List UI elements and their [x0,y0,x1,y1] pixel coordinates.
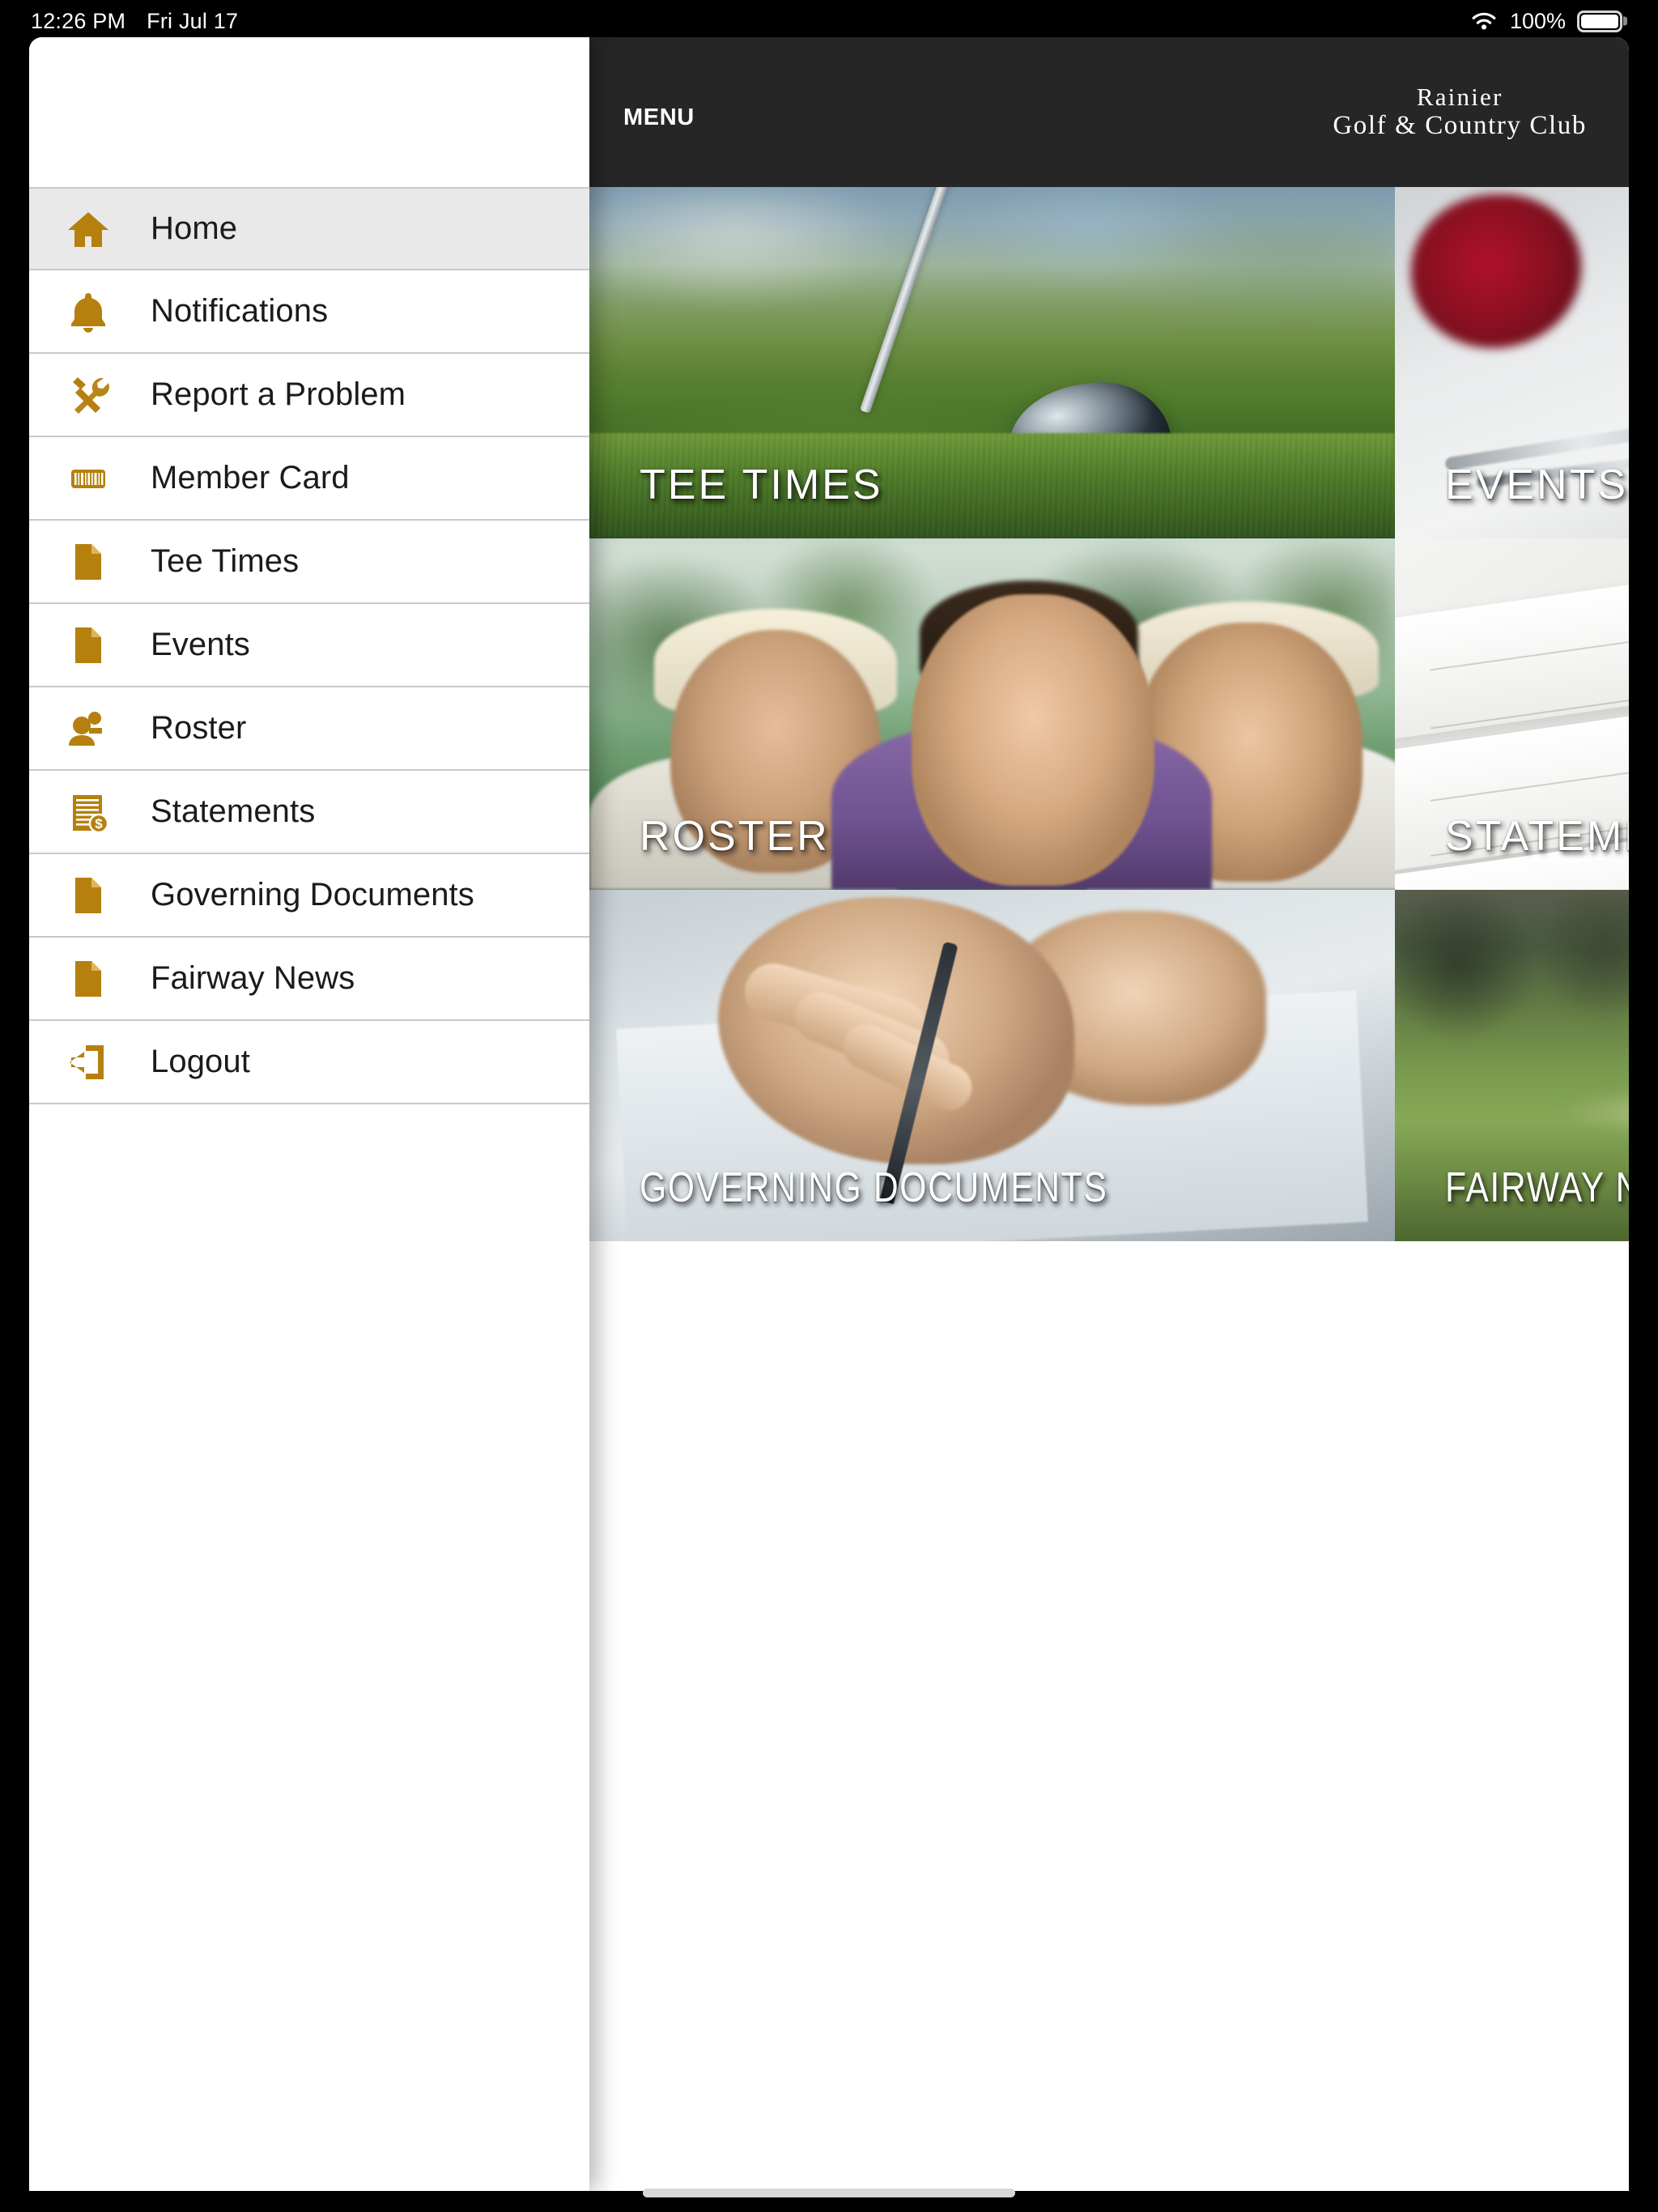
drawer-header-spacer [29,37,589,187]
sidebar-item-roster[interactable]: Roster [29,687,589,771]
menu-button-label: MENU [623,104,695,130]
sidebar-item-statements[interactable]: $ Statements [29,771,589,854]
status-bar-left: 12:26 PM Fri Jul 17 [31,9,238,34]
sidebar-item-report-a-problem[interactable]: Report a Problem [29,354,589,437]
sidebar-item-member-card[interactable]: Member Card [29,437,589,521]
tile-tee-times[interactable]: TEE TIMES [589,187,1395,538]
sidebar-label-home: Home [151,211,238,246]
people-icon [65,705,112,752]
sidebar-item-fairway-news[interactable]: Fairway News [29,938,589,1021]
tile-label-statements: STATEMENTS [1445,813,1629,860]
status-bar: 12:26 PM Fri Jul 17 100% [0,0,1658,42]
tile-label-roster: ROSTER [640,813,830,860]
document-icon [65,538,112,585]
sidebar-item-home[interactable]: Home [29,187,589,270]
barcode-icon [65,455,112,502]
sidebar-menu: Home Notifications Report a Problem Memb… [29,187,589,1104]
tile-roster[interactable]: ROSTER [589,538,1395,890]
sidebar-label-statements: Statements [151,793,316,829]
club-logo-line-1: Rainier [1416,82,1503,111]
tile-fairway-news[interactable]: FAIRWAY NEWS [1395,890,1629,1241]
sidebar-label-logout: Logout [151,1044,250,1079]
tile-events[interactable]: EVENTS [1395,187,1629,538]
bell-icon [65,288,112,335]
tile-label-fairway-news: FAIRWAY NEWS [1445,1164,1629,1211]
sidebar-label-tee-times: Tee Times [151,543,300,579]
main-panel: MENU Rainier Golf & Country Club TEE TIM… [589,37,1629,2191]
menu-button[interactable]: MENU [620,92,698,133]
document-icon [65,622,112,669]
wifi-icon [1469,10,1499,32]
tile-label-events: EVENTS [1445,462,1629,508]
status-time: 12:26 PM [31,8,126,33]
battery-full-icon [1577,10,1622,32]
sidebar-item-tee-times[interactable]: Tee Times [29,521,589,604]
sidebar-label-governing-documents: Governing Documents [151,877,474,912]
app-canvas: MENU Rainier Golf & Country Club TEE TIM… [29,37,1629,2191]
ipad-screen: 12:26 PM Fri Jul 17 100% MENU Rainier Go… [0,0,1658,2212]
logout-icon [65,1039,112,1086]
tile-statements[interactable]: STATEMENTS [1395,538,1629,890]
app-bar: MENU Rainier Golf & Country Club [589,37,1629,187]
svg-text:$: $ [95,816,103,832]
status-bar-right: 100% [1469,9,1622,34]
sidebar-item-events[interactable]: Events [29,604,589,687]
battery-percent: 100% [1509,8,1566,33]
sidebar-label-member-card: Member Card [151,460,350,496]
club-logo: Rainier Golf & Country Club [1333,83,1593,142]
status-date: Fri Jul 17 [147,8,239,33]
document-icon [65,872,112,919]
tile-label-governing-documents: GOVERNING DOCUMENTS [640,1164,1108,1211]
tile-grid: TEE TIMES EVENTS ROSTER STATEM GOVERNING… [589,187,1629,1241]
home-icon [65,206,112,253]
sidebar-label-events: Events [151,627,250,662]
sidebar-label-report-a-problem: Report a Problem [151,376,406,412]
sidebar-item-governing-documents[interactable]: Governing Documents [29,854,589,938]
tile-governing-documents[interactable]: GOVERNING DOCUMENTS [589,890,1395,1241]
sidebar-label-notifications: Notifications [151,293,329,329]
document-icon [65,955,112,1002]
invoice-dollar-icon: $ [65,789,112,836]
sidebar-label-fairway-news: Fairway News [151,960,355,996]
club-logo-line-2: Golf & Country Club [1333,111,1587,141]
tools-icon [65,372,112,419]
tile-label-tee-times: TEE TIMES [640,462,883,508]
sidebar-label-roster: Roster [151,710,247,746]
sidebar-item-logout[interactable]: Logout [29,1021,589,1104]
sidebar-item-notifications[interactable]: Notifications [29,270,589,354]
navigation-drawer: Home Notifications Report a Problem Memb… [29,37,589,2191]
home-indicator[interactable] [643,2189,1015,2197]
